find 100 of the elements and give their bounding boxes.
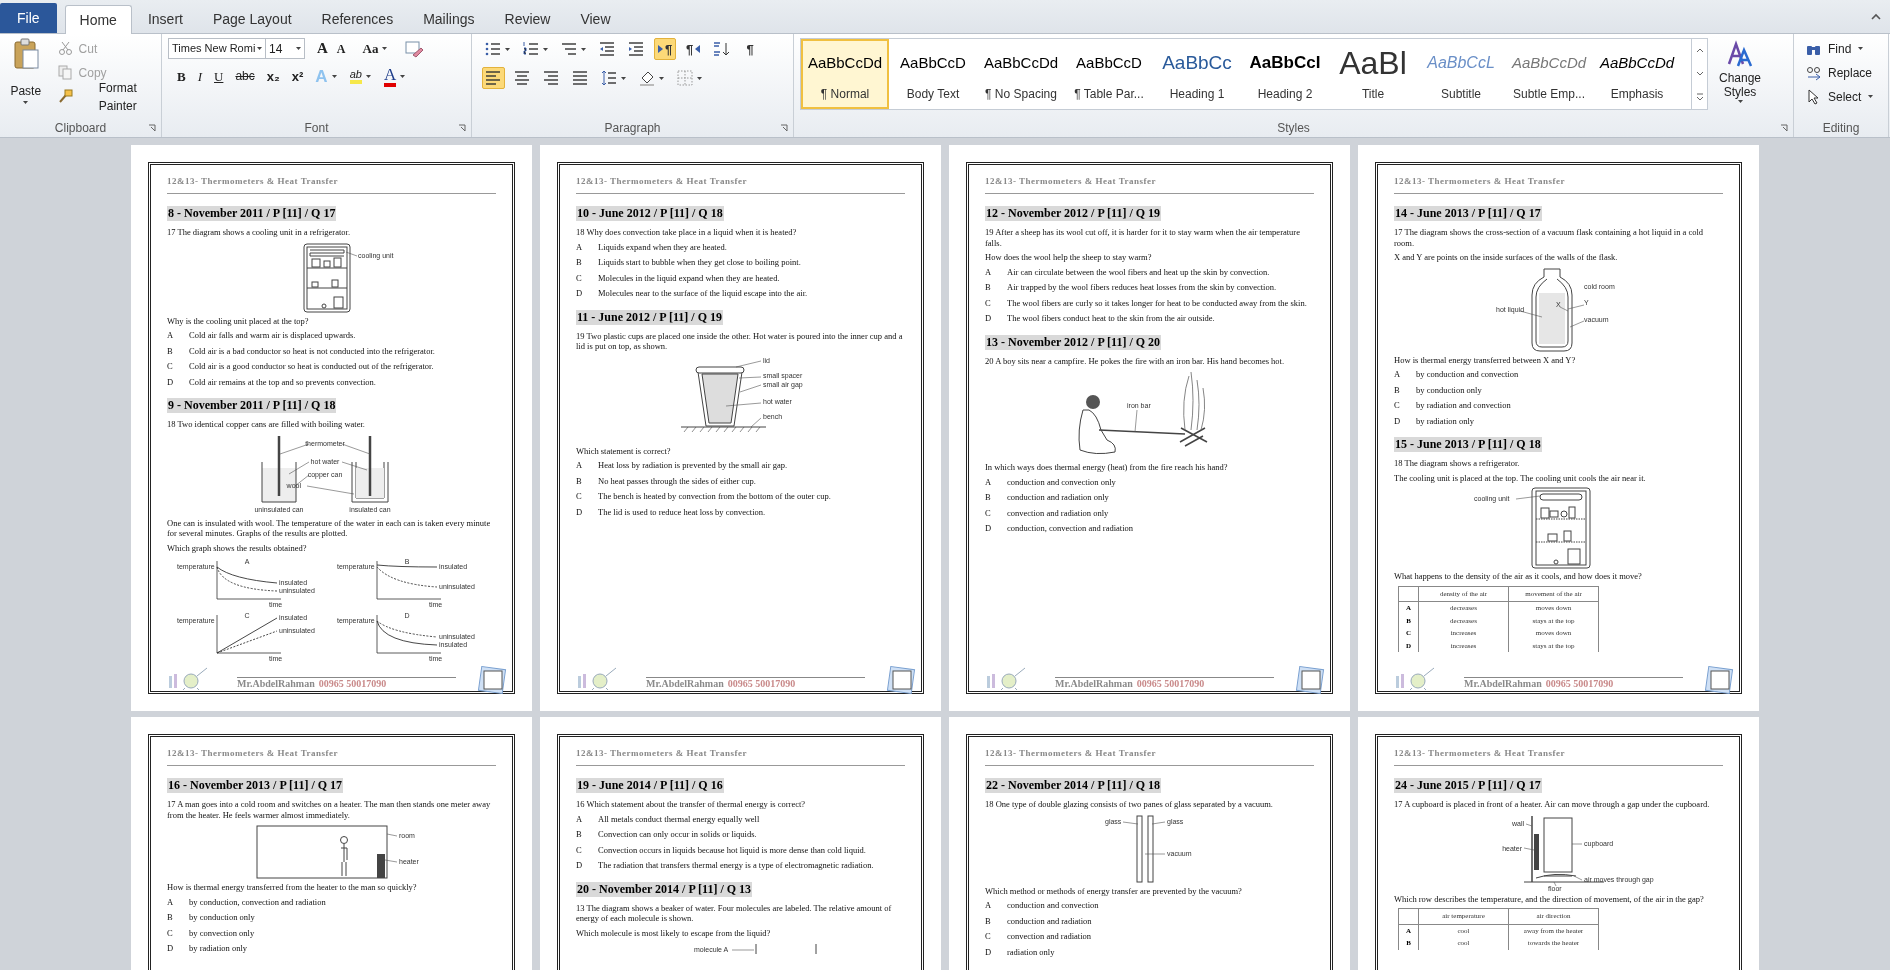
option-letter: A bbox=[985, 476, 993, 487]
sup-button[interactable]: x² bbox=[288, 66, 307, 86]
option-letter: A bbox=[985, 900, 993, 911]
shrink-font-button[interactable]: A bbox=[333, 42, 349, 55]
option-text: Cold air is a good conductor so heat is conducted out of the refrigerator. bbox=[189, 361, 434, 372]
style-option[interactable]: AaBl Title bbox=[1329, 39, 1417, 109]
ribbon-tab[interactable]: Page Layout bbox=[198, 5, 306, 33]
frame-corner-icon bbox=[885, 665, 917, 695]
change-styles-button[interactable]: Change Styles bbox=[1712, 38, 1768, 119]
font-name-field[interactable]: Times New Romi bbox=[168, 38, 266, 59]
ribbon-tab[interactable]: Mailings bbox=[409, 5, 489, 33]
ribbon-tab[interactable]: Insert bbox=[133, 5, 197, 33]
more-icon[interactable] bbox=[1694, 92, 1705, 103]
refrigerator-drawing bbox=[303, 243, 357, 312]
question-heading: 24 - June 2015 / P [11] / Q 17 bbox=[1394, 778, 1542, 793]
dialog-launcher-icon[interactable] bbox=[780, 124, 788, 132]
minimize-ribbon-icon[interactable] bbox=[1870, 12, 1882, 22]
find-button[interactable]: Find bbox=[1806, 39, 1875, 58]
style-option[interactable]: AaBbCcDd Emphasis bbox=[1593, 39, 1681, 109]
style-option[interactable]: AaBbCcD Body Text bbox=[889, 39, 977, 109]
style-option[interactable]: AaBbCc Heading 1 bbox=[1153, 39, 1241, 109]
ribbon-tab[interactable]: View bbox=[566, 5, 625, 33]
change-case-button[interactable]: Aa bbox=[359, 42, 392, 55]
option-letter: C bbox=[576, 491, 583, 502]
option-text: by radiation and convection bbox=[1416, 400, 1511, 411]
question-heading: 13 - November 2012 / P [11] / Q 20 bbox=[985, 334, 1162, 350]
option-letter: C bbox=[985, 931, 992, 942]
question-heading: 20 - November 2014 / P [11] / Q 13 bbox=[576, 881, 753, 897]
page-header: 12&13- Thermometers & Heat Transfer bbox=[576, 176, 747, 186]
page-header: 12&13- Thermometers & Heat Transfer bbox=[1394, 176, 1565, 186]
sort-icon bbox=[713, 41, 730, 57]
option-text: Cold air falls and warm air is displaced upwards. bbox=[189, 330, 356, 341]
option-letter: C bbox=[985, 507, 992, 518]
option-letter: D bbox=[985, 313, 993, 324]
option-letter: D bbox=[985, 946, 993, 957]
option-text: Air can circulate between the wool fibers and heat up the skin by convection. bbox=[1007, 266, 1270, 277]
option-text: conduction and convection only bbox=[1007, 476, 1116, 487]
style-option[interactable]: AaBbCcDd ¶ No Spacing bbox=[977, 39, 1065, 109]
question-heading: 8 - November 2011 / P [11] / Q 17 bbox=[167, 206, 337, 221]
select-button[interactable]: Select bbox=[1806, 87, 1875, 106]
graph-axes bbox=[216, 560, 281, 600]
strike-button[interactable]: abc bbox=[232, 66, 258, 86]
dialog-launcher-icon[interactable] bbox=[148, 124, 156, 132]
question-text: X and Y are points on the inside surfaces of the walls of the flask. bbox=[1394, 252, 1619, 263]
option-text: All metals conduct thermal energy equally well bbox=[598, 813, 760, 824]
option-letter: D bbox=[576, 860, 584, 871]
style-option[interactable]: AaBbCcDd Subtle Emp... bbox=[1505, 39, 1593, 109]
caret-icon bbox=[1867, 94, 1875, 99]
option-text: Molecules near to the surface of the liquid escape into the air. bbox=[598, 288, 808, 299]
highlight-button[interactable]: ab bbox=[346, 66, 375, 86]
justify-icon bbox=[572, 70, 589, 86]
caret-icon bbox=[381, 46, 389, 51]
sub-button[interactable]: x₂ bbox=[263, 66, 283, 86]
question-heading: 11 - June 2012 / P [11] / Q 19 bbox=[576, 309, 723, 325]
marks-button[interactable]: ¶ bbox=[739, 38, 761, 60]
dialog-launcher-icon[interactable] bbox=[1780, 124, 1788, 132]
question-text: 19 After a sheep has its wool cut off, it is harder for it to stay warm when the air temperature falls. bbox=[985, 227, 1301, 248]
style-option[interactable]: AaBbCcD ¶ Table Par... bbox=[1065, 39, 1153, 109]
page-header: 12&13- Thermometers & Heat Transfer bbox=[167, 176, 338, 186]
option-text: by radiation only bbox=[189, 943, 248, 954]
option-text: by conduction, convection and radiation bbox=[189, 896, 326, 907]
option-text: Cold air remains at the top and so prevents convection. bbox=[189, 376, 376, 387]
multilevel-list-icon bbox=[561, 41, 578, 57]
ribbon-tab[interactable]: Review bbox=[490, 5, 565, 33]
option-letter: D bbox=[576, 506, 584, 517]
option-text: by radiation only bbox=[1416, 415, 1475, 426]
page-footer: Mr.AbdelRahman 00965 50017090 bbox=[237, 677, 456, 690]
caret-icon bbox=[256, 46, 263, 51]
option-letter: C bbox=[985, 297, 992, 308]
option-text: Liquids expand when they are heated. bbox=[598, 241, 727, 252]
question-text: Which molecule is most likely to escape from the liquid? bbox=[576, 927, 772, 938]
clear-formatting-icon[interactable] bbox=[404, 39, 425, 58]
page-header: 12&13- Thermometers & Heat Transfer bbox=[576, 748, 747, 758]
question-heading: 19 - June 2014 / P [11] / Q 16 bbox=[576, 778, 724, 793]
scissors-icon bbox=[57, 41, 73, 56]
underline-button[interactable]: U bbox=[211, 66, 227, 86]
ltr-button[interactable]: ¶ bbox=[654, 38, 676, 60]
rtl-button[interactable]: ¶ bbox=[682, 38, 704, 60]
style-option[interactable]: AaBbCcDd ¶ Normal bbox=[801, 39, 889, 109]
italic-button[interactable]: I bbox=[194, 66, 205, 86]
replace-button[interactable]: Replace bbox=[1806, 63, 1875, 82]
graph-axes bbox=[376, 560, 441, 600]
color-button[interactable]: A bbox=[380, 66, 410, 86]
option-text: radiation only bbox=[1007, 946, 1055, 957]
dialog-launcher-icon[interactable] bbox=[458, 124, 466, 132]
graph-axes bbox=[376, 614, 441, 654]
ribbon-tab[interactable]: File bbox=[0, 3, 57, 33]
paste-button[interactable]: Paste bbox=[4, 38, 48, 119]
grow-font-button[interactable]: A bbox=[314, 41, 331, 56]
option-text: The wool fibers conduct heat to the skin from the air outside. bbox=[1007, 313, 1215, 324]
question-text: 18 Why does convection take place in a liquid when it is heated? bbox=[576, 227, 798, 238]
bold-button[interactable]: B bbox=[174, 66, 189, 86]
style-option[interactable]: AaBbCcI Heading 2 bbox=[1241, 39, 1329, 109]
option-text: conduction and radiation only bbox=[1007, 492, 1109, 503]
style-option[interactable]: AaBbCcL Subtitle bbox=[1417, 39, 1505, 109]
ribbon-tab[interactable]: Home bbox=[64, 5, 132, 34]
caret-icon bbox=[364, 73, 372, 79]
option-letter: B bbox=[985, 282, 992, 293]
font-size-field[interactable]: 14 bbox=[265, 38, 305, 59]
ribbon-tab[interactable]: References bbox=[307, 5, 408, 33]
